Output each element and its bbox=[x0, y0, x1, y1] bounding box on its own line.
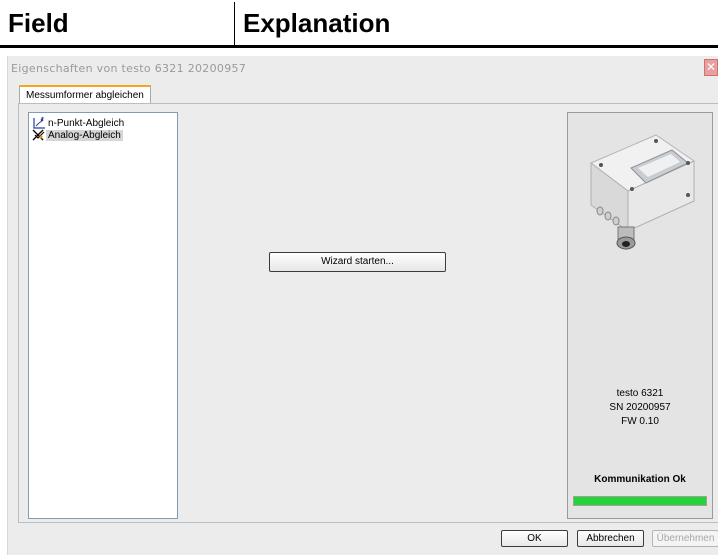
device-info-panel: testo 6321 SN 20200957 FW 0.10 Kommunika… bbox=[567, 112, 713, 519]
communication-status-bar bbox=[573, 496, 707, 506]
device-serial: SN 20200957 bbox=[609, 402, 671, 413]
dialog-title: Eigenschaften von testo 6321 20200957 bbox=[11, 62, 247, 75]
properties-dialog: Eigenschaften von testo 6321 20200957 ✕ … bbox=[7, 56, 718, 555]
communication-status-fill bbox=[574, 497, 706, 505]
tree-item-analog-abgleich[interactable]: Analog-Abgleich bbox=[32, 129, 123, 142]
column-divider bbox=[234, 2, 235, 45]
device-image bbox=[576, 123, 706, 268]
device-model: testo 6321 bbox=[616, 388, 664, 399]
npoint-calibration-icon bbox=[32, 117, 46, 129]
device-firmware: FW 0.10 bbox=[621, 416, 659, 427]
apply-button[interactable]: Übernehmen bbox=[652, 530, 718, 547]
cancel-button[interactable]: Abbrechen bbox=[577, 530, 644, 547]
ok-button[interactable]: OK bbox=[501, 530, 568, 547]
close-icon[interactable]: ✕ bbox=[704, 59, 718, 76]
field-column-header: Field bbox=[8, 8, 69, 38]
explanation-column-header: Explanation bbox=[243, 8, 391, 38]
dialog-titlebar[interactable]: Eigenschaften von testo 6321 20200957 ✕ bbox=[8, 56, 718, 81]
analog-calibration-icon bbox=[32, 129, 46, 141]
tree-item-label: Analog-Abgleich bbox=[46, 130, 123, 141]
tree-item-label: n-Punkt-Abgleich bbox=[48, 118, 125, 129]
documentation-table-header: Field Explanation bbox=[0, 0, 718, 48]
calibration-tree: n-Punkt-Abgleich Analog-Abgleich bbox=[28, 112, 178, 519]
tab-messumformer-abgleichen[interactable]: Messumformer abgleichen bbox=[19, 85, 151, 104]
tab-panel: n-Punkt-Abgleich Analog-Abgleich Wizard … bbox=[18, 103, 718, 523]
wizard-start-button[interactable]: Wizard starten... bbox=[269, 252, 446, 272]
communication-status: Kommunikation Ok bbox=[594, 474, 686, 485]
